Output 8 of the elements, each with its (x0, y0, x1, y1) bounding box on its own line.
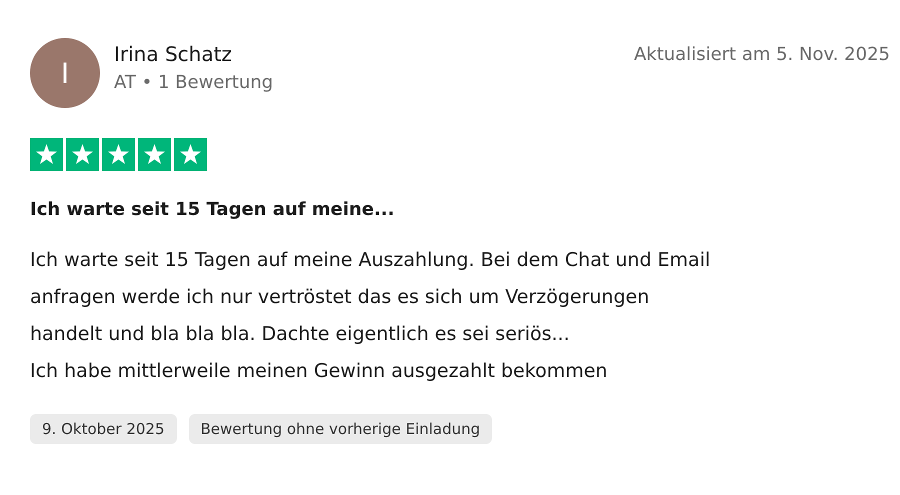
updated-date: Aktualisiert am 5. Nov. 2025 (634, 44, 890, 65)
info-tag: 9. Oktober 2025 (30, 414, 176, 444)
avatar: I (30, 38, 100, 108)
info-tag: Bewertung ohne vorherige Einladung (188, 414, 492, 444)
author-meta: AT • 1 Bewertung (114, 72, 274, 93)
review-title: Ich warte seit 15 Tagen auf meine... (30, 199, 396, 220)
author-name: Irina Schatz (114, 42, 233, 66)
review-text: Ich warte seit 15 Tagen auf meine Auszahlung. Bei dem Chat und Email anfragen werde ich nur vertröstet das es sich um Verzögerungen handelt und bla bla bla. Dachte eigentlich es sei seriös... Ich habe mittlerweile meinen Gewinn ausgezahlt bekommen (30, 248, 712, 384)
